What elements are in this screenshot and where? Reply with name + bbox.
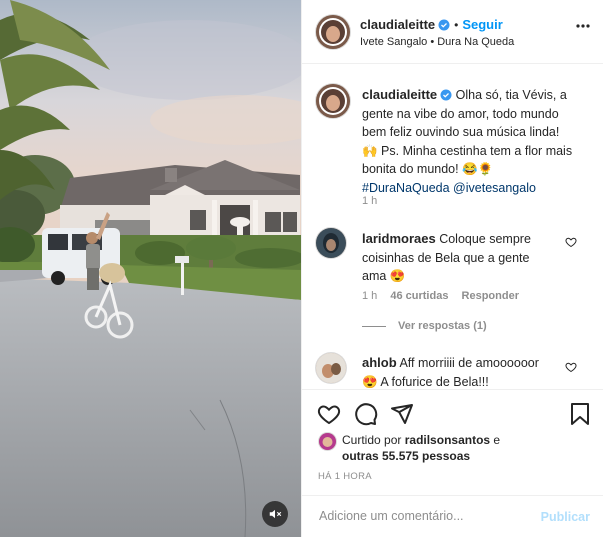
author-avatar[interactable] [316, 15, 350, 49]
view-replies-button[interactable]: Ver respostas (1) [362, 320, 487, 332]
comment-meta: 1 h 46 curtidas Responder [362, 290, 519, 302]
avatar-image [316, 15, 350, 49]
post-media-video[interactable] [0, 0, 301, 537]
author-username[interactable]: claudialeitte [360, 17, 435, 32]
liker-username[interactable]: radilsonsantos [405, 433, 490, 447]
post-side-panel: claudialeitte • Seguir Ivete Sangalo • Dur… [301, 0, 603, 537]
comment-text: ahlob Aff morriiii de amoooooor 😍 A fofu… [362, 354, 594, 389]
reply-button[interactable]: Responder [462, 290, 519, 302]
follow-button[interactable]: Seguir [462, 17, 502, 32]
comment-likes[interactable]: 46 curtidas [390, 290, 448, 302]
comment-like-heart-icon[interactable] [565, 361, 577, 373]
liker-avatar[interactable] [319, 433, 336, 450]
comment-line: ama 😍 [362, 269, 406, 284]
audio-attribution[interactable]: Ivete Sangalo • Dura Na Queda [360, 36, 514, 48]
add-comment-bar: Publicar [302, 495, 603, 537]
comment-line: Coloque sempre [439, 232, 531, 246]
caption-line: gente na vibe do amor, todo mundo [362, 106, 559, 121]
avatar-image [319, 433, 336, 450]
caption-line: bem feliz ouvindo sua música linda! [362, 125, 560, 140]
avatar-image [316, 353, 346, 383]
caption-username[interactable]: claudialeitte [362, 87, 437, 102]
likes-conjunction: e [493, 433, 501, 447]
avatar-image [316, 228, 346, 258]
comment-input[interactable] [317, 508, 536, 524]
caption-avatar[interactable] [316, 84, 350, 118]
comment-line: Aff morriiii de amoooooor [399, 356, 539, 370]
share-icon[interactable] [390, 402, 414, 426]
likes-summary: Curtido por radilsonsantos e outras 55.5… [342, 432, 592, 464]
post-actions: Curtido por radilsonsantos e outras 55.5… [302, 389, 603, 489]
mute-button[interactable] [262, 501, 288, 527]
verified-badge-icon [440, 89, 452, 101]
comment-like-heart-icon[interactable] [565, 236, 577, 248]
bookmark-icon[interactable] [569, 402, 591, 426]
comment-text: laridmoraes Coloque sempre coisinhas de … [362, 230, 594, 286]
verified-badge-icon [438, 19, 450, 31]
comment-line: 😍 A fofurice de Bela!!! [362, 374, 489, 389]
caption-mention[interactable]: @ivetesangalo [453, 181, 536, 195]
separator-dot: • [454, 18, 459, 32]
caption-age[interactable]: 1 h [362, 195, 377, 207]
caption-line: 🙌 Ps. Minha cestinha tem a flor mais [362, 143, 573, 158]
more-options-icon[interactable] [576, 24, 590, 28]
post-header: claudialeitte • Seguir Ivete Sangalo • Dur… [302, 0, 603, 64]
comments-list[interactable]: claudialeitte Olha só, tia Vévis, a gent… [302, 64, 603, 389]
caption-line: Olha só, tia Vévis, a [455, 88, 567, 102]
comment-icon[interactable] [354, 402, 378, 426]
video-frame-illustration [0, 0, 301, 537]
likes-prefix: Curtido por [342, 433, 402, 447]
comment-username[interactable]: ahlob [362, 355, 397, 370]
comment-avatar[interactable] [316, 353, 346, 383]
mute-icon [269, 509, 282, 519]
comment-age[interactable]: 1 h [362, 290, 377, 302]
caption: claudialeitte Olha só, tia Vévis, a gent… [362, 86, 594, 198]
header-title-row: claudialeitte • Seguir [360, 16, 503, 34]
view-replies-label: Ver respostas (1) [398, 320, 487, 332]
publish-button[interactable]: Publicar [541, 510, 590, 524]
comment-username[interactable]: laridmoraes [362, 231, 436, 246]
post-timestamp[interactable]: HÁ 1 HORA [318, 471, 372, 482]
replies-divider-line [362, 325, 386, 327]
heart-icon[interactable] [317, 402, 341, 426]
caption-line: bonita do mundo! 😂🌻 [362, 162, 494, 177]
likes-others[interactable]: outras 55.575 pessoas [342, 449, 470, 463]
avatar-image [316, 84, 350, 118]
caption-hashtag[interactable]: #DuraNaQueda [362, 181, 450, 195]
comment-avatar[interactable] [316, 228, 346, 258]
comment-line: coisinhas de Bela que a gente [362, 250, 530, 265]
